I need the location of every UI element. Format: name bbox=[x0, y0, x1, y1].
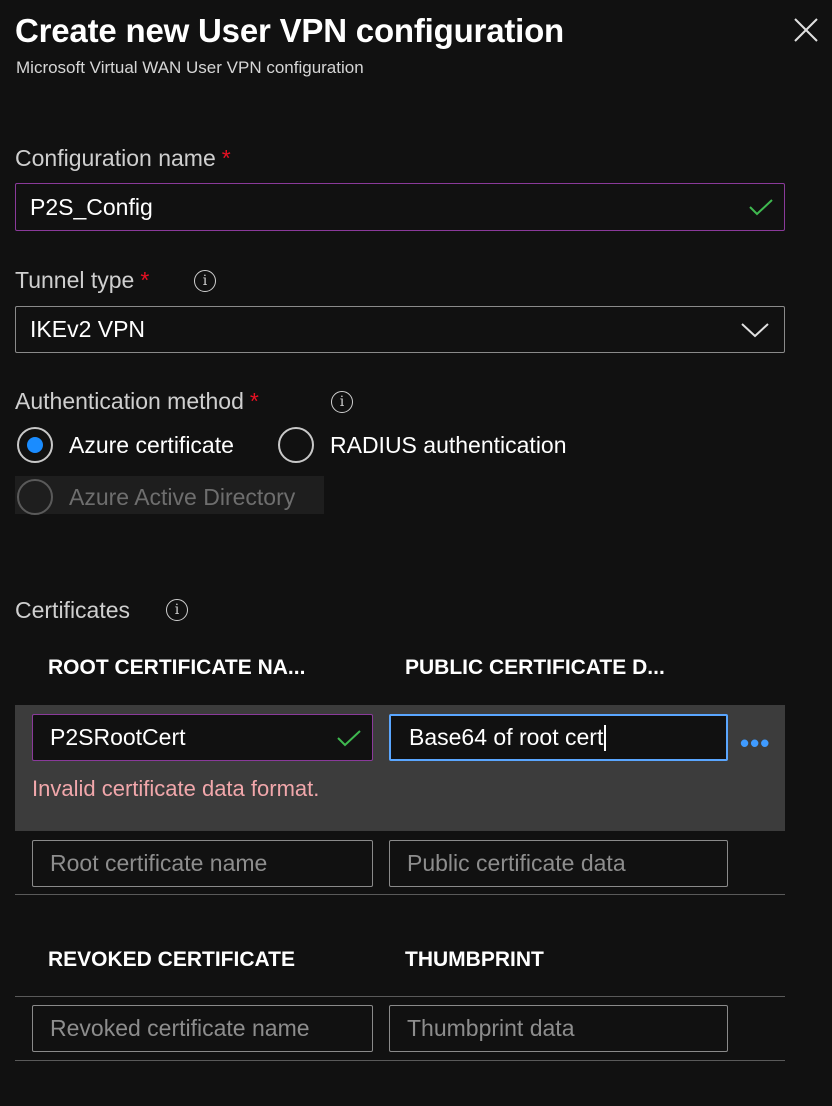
auth-method-label: Authentication method * bbox=[15, 388, 259, 415]
divider bbox=[15, 894, 785, 895]
root-certificate-name-value: P2SRootCert bbox=[50, 724, 186, 750]
radio-label-azure-certificate[interactable]: Azure certificate bbox=[69, 432, 234, 459]
radio-label-azure-active-directory: Azure Active Directory bbox=[69, 484, 296, 510]
tunnel-type-value: IKEv2 VPN bbox=[30, 316, 146, 342]
required-mark: * bbox=[221, 145, 231, 171]
config-name-label-text: Configuration name bbox=[15, 145, 216, 171]
required-mark: * bbox=[140, 267, 150, 293]
config-name-input[interactable]: P2S_Config bbox=[15, 183, 785, 231]
close-icon[interactable] bbox=[792, 16, 820, 44]
text-cursor bbox=[604, 724, 607, 751]
column-header-revoked-certificate: REVOKED CERTIFICATE bbox=[48, 948, 295, 971]
placeholder-text: Revoked certificate name bbox=[50, 1015, 310, 1041]
config-name-value: P2S_Config bbox=[30, 193, 153, 220]
info-icon[interactable]: i bbox=[331, 391, 353, 413]
new-root-certificate-name-input[interactable]: Root certificate name bbox=[32, 840, 373, 887]
placeholder-text: Thumbprint data bbox=[407, 1015, 575, 1041]
placeholder-text: Public certificate data bbox=[407, 850, 626, 876]
certificates-label: Certificates bbox=[15, 597, 131, 623]
radio-azure-active-directory bbox=[17, 479, 53, 515]
panel-subtitle: Microsoft Virtual WAN User VPN configura… bbox=[16, 58, 364, 77]
thumbprint-data-input[interactable]: Thumbprint data bbox=[389, 1005, 728, 1052]
new-public-certificate-data-input[interactable]: Public certificate data bbox=[389, 840, 728, 887]
column-header-thumbprint: THUMBPRINT bbox=[405, 948, 544, 971]
public-certificate-data-input[interactable]: Base64 of root cert bbox=[389, 714, 728, 761]
tunnel-type-label-text: Tunnel type bbox=[15, 267, 135, 293]
placeholder-text: Root certificate name bbox=[50, 850, 268, 876]
radio-radius-authentication[interactable] bbox=[278, 427, 314, 463]
tunnel-type-label: Tunnel type * bbox=[15, 267, 149, 294]
chevron-down-icon bbox=[741, 322, 769, 337]
info-icon[interactable]: i bbox=[166, 599, 188, 621]
checkmark-icon bbox=[749, 199, 773, 216]
public-certificate-data-value: Base64 of root cert bbox=[409, 724, 604, 750]
auth-method-label-text: Authentication method bbox=[15, 388, 244, 414]
panel-title: Create new User VPN configuration bbox=[15, 12, 565, 49]
config-name-label: Configuration name * bbox=[15, 145, 231, 172]
radio-label-radius-authentication[interactable]: RADIUS authentication bbox=[330, 432, 567, 459]
certificate-error-message: Invalid certificate data format. bbox=[32, 776, 320, 801]
required-mark: * bbox=[249, 388, 259, 414]
radio-selected-dot bbox=[27, 437, 43, 453]
checkmark-icon bbox=[337, 729, 361, 746]
root-certificate-name-input[interactable]: P2SRootCert bbox=[32, 714, 373, 761]
radio-azure-certificate[interactable] bbox=[17, 427, 53, 463]
revoked-certificate-name-input[interactable]: Revoked certificate name bbox=[32, 1005, 373, 1052]
divider bbox=[15, 1060, 785, 1061]
column-header-public-certificate-data: PUBLIC CERTIFICATE D... bbox=[405, 656, 665, 679]
tunnel-type-select[interactable]: IKEv2 VPN bbox=[15, 306, 785, 353]
info-icon[interactable]: i bbox=[194, 270, 216, 292]
divider bbox=[15, 996, 785, 997]
column-header-root-certificate-name: ROOT CERTIFICATE NA... bbox=[48, 656, 306, 679]
more-options-icon[interactable]: ••• bbox=[740, 728, 770, 759]
